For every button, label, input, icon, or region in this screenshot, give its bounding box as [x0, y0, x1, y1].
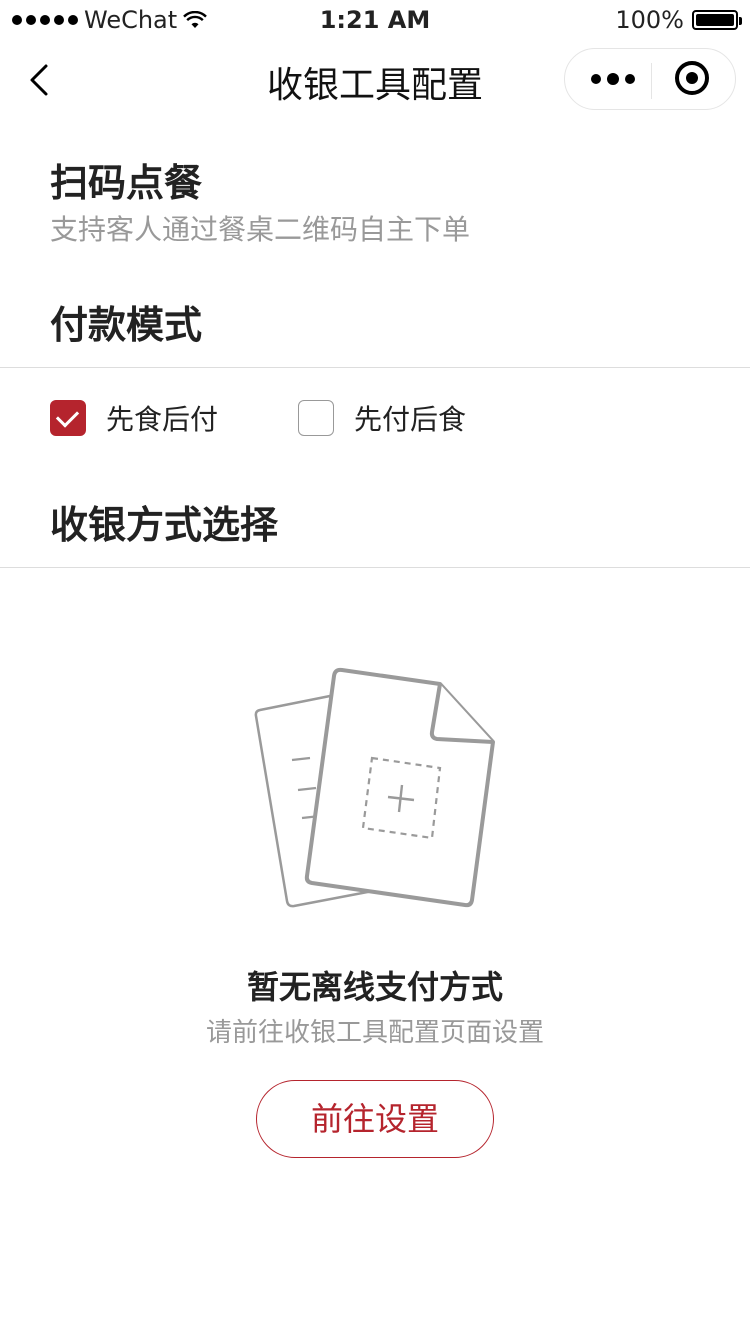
- option-label: 先付后食: [354, 403, 467, 436]
- scan-order-title: 扫码点餐: [50, 161, 203, 205]
- divider: [0, 567, 750, 568]
- status-right: 100%: [615, 6, 742, 34]
- go-settings-button[interactable]: 前往设置: [256, 1080, 494, 1158]
- battery-percentage: 100%: [615, 6, 684, 34]
- more-icon[interactable]: [589, 69, 637, 89]
- nav-bar: 收银工具配置: [0, 40, 750, 120]
- close-target-icon[interactable]: [675, 61, 709, 95]
- battery-icon: [692, 10, 742, 30]
- checkbox-unchecked[interactable]: [298, 400, 335, 436]
- payment-mode-options: 先食后付 先付后食: [50, 400, 466, 436]
- status-bar: WeChat 1:21 AM 100%: [0, 0, 750, 40]
- option-label: 先食后付: [106, 403, 219, 436]
- empty-state-subtitle: 请前往收银工具配置页面设置: [205, 1018, 544, 1048]
- capsule-divider: [651, 63, 652, 99]
- mini-program-capsule: [564, 48, 736, 110]
- empty-documents-icon: [254, 667, 495, 908]
- option-pay-first[interactable]: 先付后食: [298, 398, 466, 438]
- payment-mode-title: 付款模式: [50, 303, 203, 347]
- option-eat-first[interactable]: 先食后付: [50, 398, 218, 438]
- checkbox-checked[interactable]: [50, 400, 86, 436]
- divider: [0, 367, 750, 368]
- scan-order-subtitle: 支持客人通过餐桌二维码自主下单: [50, 213, 471, 246]
- empty-state-title: 暂无离线支付方式: [246, 968, 503, 1006]
- cashier-method-title: 收银方式选择: [50, 503, 279, 547]
